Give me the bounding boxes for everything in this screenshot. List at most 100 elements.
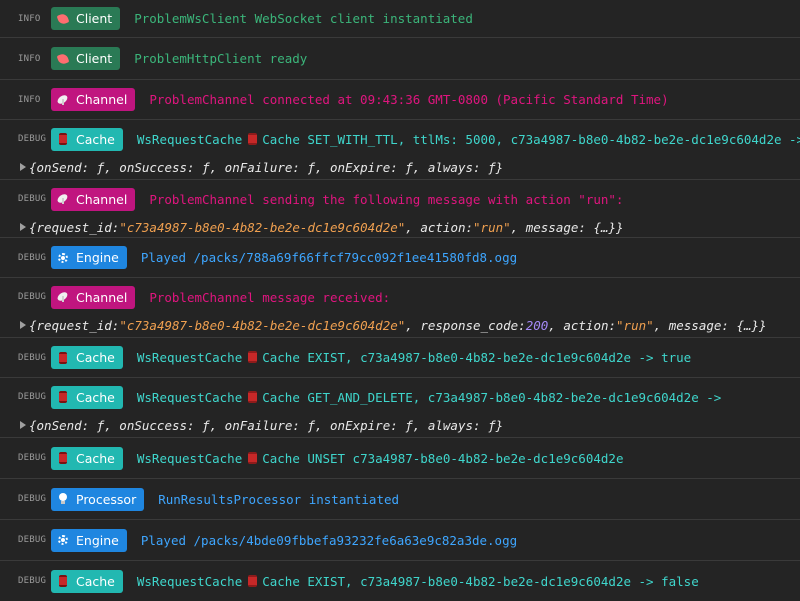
message-source: WsRequestCache (136, 573, 243, 589)
gear-icon (57, 534, 69, 546)
expand-triangle-icon[interactable] (20, 321, 26, 329)
object-key: , response_code: (405, 317, 526, 333)
tag-label: Cache (76, 389, 115, 405)
object-string: "c73a4987-b8e0-4b82-be2e-dc1e9c604d2e" (119, 219, 406, 235)
cache-can-icon (57, 452, 69, 464)
engine-tag: Engine (51, 528, 127, 552)
message-text: Cache GET_AND_DELETE, c73a4987-b8e0-4b82… (262, 389, 722, 405)
cache-can-icon (248, 390, 258, 403)
tag-label: Client (76, 51, 113, 66)
log-message: ProblemChannel connected at 09:43:36 GMT… (149, 92, 669, 107)
log-entry: DEBUG Cache WsRequestCache Cache SET_WITH… (0, 120, 800, 180)
object-string: "c73a4987-b8e0-4b82-be2e-dc1e9c604d2e" (119, 317, 406, 333)
log-message: WsRequestCache Cache GET_AND_DELETE, c73a… (137, 390, 721, 405)
tag-label: Cache (76, 573, 115, 589)
log-level: INFO (18, 53, 41, 64)
cache-tag: Cache (51, 569, 123, 593)
channel-tag: Channel (51, 285, 136, 309)
gear-icon (57, 252, 69, 264)
log-level: DEBUG (18, 494, 47, 504)
tag-label: Client (76, 11, 113, 26)
cache-can-icon (57, 351, 69, 364)
log-message: ProblemWsClient WebSocket client instant… (134, 11, 473, 26)
log-entry: DEBUG Channel ProblemChannel message rec… (0, 278, 800, 338)
tag-label: Channel (76, 191, 128, 207)
object-key: , action: (405, 219, 474, 235)
log-level: DEBUG (18, 392, 47, 402)
object-key: , message: {…}} (653, 317, 767, 333)
client-tag: Client (51, 7, 121, 30)
channel-tag: Channel (51, 187, 136, 211)
tag-label: Cache (76, 131, 115, 147)
satellite-dish-icon (57, 94, 69, 106)
expand-triangle-icon[interactable] (20, 223, 26, 231)
log-entry: DEBUG Channel ProblemChannel sending the… (0, 180, 800, 238)
message-source: WsRequestCache (136, 131, 243, 147)
engine-tag: Engine (51, 246, 127, 269)
cache-tag: Cache (51, 127, 123, 151)
log-level: DEBUG (18, 194, 47, 204)
message-text: Cache EXIST, c73a4987-b8e0-4b82-be2e-dc1… (262, 350, 692, 365)
cache-tag: Cache (51, 385, 123, 409)
object-preview[interactable]: {request_id: "c73a4987-b8e0-4b82-be2e-dc… (20, 316, 800, 334)
log-entry: DEBUG Engine Played /packs/788a69f66ffcf… (0, 238, 800, 278)
object-key: , action: (548, 317, 617, 333)
object-preview[interactable]: {onSend: ƒ, onSuccess: ƒ, onFailure: ƒ, … (20, 158, 800, 176)
object-preview[interactable]: {request_id: "c73a4987-b8e0-4b82-be2e-dc… (20, 218, 800, 236)
object-key: {request_id: (29, 219, 120, 235)
log-message: WsRequestCache Cache UNSET c73a4987-b8e0-… (137, 451, 624, 466)
tag-label: Cache (76, 450, 115, 466)
log-entry: DEBUG Processor RunResultsProcessor inst… (0, 479, 800, 520)
log-entry: INFO Client ProblemWsClient WebSocket cl… (0, 0, 800, 38)
processor-tag: Processor (51, 487, 145, 511)
log-level: DEBUG (18, 535, 47, 545)
message-source: WsRequestCache (136, 350, 243, 365)
object-number: 200 (525, 317, 549, 333)
expand-triangle-icon[interactable] (20, 421, 26, 429)
log-message: ProblemHttpClient ready (134, 51, 308, 66)
cache-can-icon (57, 133, 69, 145)
cache-can-icon (248, 132, 258, 145)
object-string: "run" (473, 219, 511, 235)
cache-can-icon (57, 575, 69, 587)
log-level: DEBUG (18, 576, 47, 586)
message-text: Cache UNSET c73a4987-b8e0-4b82-be2e-dc1e… (262, 450, 624, 466)
log-entry: DEBUG Cache WsRequestCache Cache EXIST, c… (0, 338, 800, 378)
log-entry: DEBUG Cache WsRequestCache Cache UNSET c7… (0, 438, 800, 479)
lightbulb-icon (57, 493, 69, 505)
cache-can-icon (248, 574, 258, 587)
tag-label: Channel (76, 289, 128, 305)
telephone-icon (57, 53, 69, 65)
tag-label: Channel (76, 92, 128, 107)
log-entry: DEBUG Cache WsRequestCache Cache GET_AND_… (0, 378, 800, 438)
log-entry: INFO Channel ProblemChannel connected at… (0, 80, 800, 120)
log-entry: DEBUG Cache WsRequestCache Cache EXIST, c… (0, 561, 800, 601)
message-text: Cache EXIST, c73a4987-b8e0-4b82-be2e-dc1… (262, 573, 699, 589)
cache-can-icon (248, 451, 258, 464)
client-tag: Client (51, 47, 121, 70)
log-message: Played /packs/4bde09fbbefa93232fe6a63e9c… (140, 532, 518, 548)
message-source: WsRequestCache (136, 450, 243, 466)
tag-label: Processor (76, 491, 137, 507)
log-message: ProblemChannel message received: (149, 289, 391, 305)
object-key: , message: {…}} (510, 219, 624, 235)
log-message: RunResultsProcessor instantiated (158, 491, 400, 507)
expand-triangle-icon[interactable] (20, 163, 26, 171)
log-level: DEBUG (18, 252, 47, 263)
cache-can-icon (248, 351, 258, 363)
log-message: ProblemChannel sending the following mes… (149, 191, 624, 207)
tag-label: Engine (76, 532, 119, 548)
cache-tag: Cache (51, 346, 123, 369)
object-preview[interactable]: {onSend: ƒ, onSuccess: ƒ, onFailure: ƒ, … (20, 416, 800, 434)
log-level: INFO (18, 13, 41, 24)
log-message: Played /packs/788a69f66ffcf79cc092f1ee41… (140, 250, 518, 265)
object-text: {onSend: ƒ, onSuccess: ƒ, onFailure: ƒ, … (29, 159, 504, 175)
object-key: {request_id: (29, 317, 120, 333)
log-message: WsRequestCache Cache EXIST, c73a4987-b8e0… (137, 350, 691, 365)
cache-tag: Cache (51, 446, 123, 470)
log-message: WsRequestCache Cache EXIST, c73a4987-b8e0… (137, 574, 699, 589)
tag-label: Engine (76, 250, 119, 265)
log-level: INFO (18, 94, 41, 105)
log-level: DEBUG (18, 352, 47, 363)
satellite-dish-icon (57, 291, 69, 303)
